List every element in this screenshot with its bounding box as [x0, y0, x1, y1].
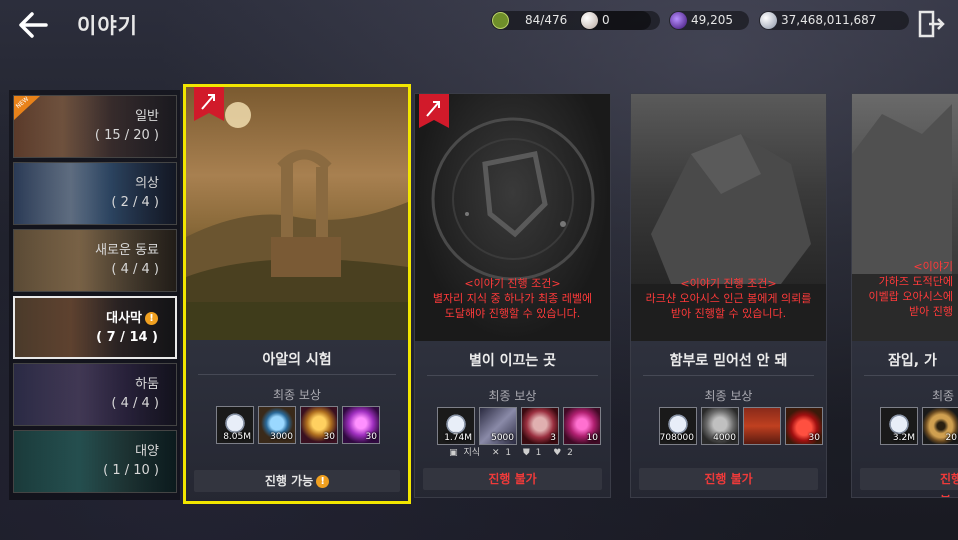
shield-icon: ⛊ 1	[522, 448, 542, 458]
bookmark-icon	[419, 94, 449, 128]
silver-icon	[760, 12, 777, 29]
story-card-star-guide[interactable]: <이야기 진행 조건> 별자리 지식 중 하나가 최종 레벨에 도달해야 진행할…	[414, 93, 611, 498]
requirement-row: ▣ 지식 ✕ 1 ⛊ 1 ♥ 2	[415, 445, 610, 459]
reward-item[interactable]: 30	[300, 406, 338, 444]
category-item-great-desert[interactable]: 대사막! ( 7 / 14 )	[13, 296, 177, 359]
story-card-dont-trust[interactable]: <이야기 진행 조건> 라크샨 오아시스 인근 봄에게 의뢰를 받아 진행할 수…	[630, 93, 827, 498]
card-title: 잠입, 가	[888, 353, 937, 369]
reward-item[interactable]: 1.74M	[437, 407, 475, 445]
reward-item[interactable]: 30	[785, 407, 823, 445]
reward-item[interactable]: 708000	[659, 407, 697, 445]
reward-item[interactable]: 3.2M	[880, 407, 918, 445]
top-bar: 이야기 84/476 0 49,205 37,468,011,687	[0, 0, 958, 52]
card-info: 별이 이끄는 곳 최종 보상 1.74M 5000 3 10 ▣ 지식 ✕ 1	[415, 341, 610, 497]
reward-label: 최종 보상	[704, 389, 753, 403]
reward-item[interactable]: 5000	[479, 407, 517, 445]
category-item-ocean[interactable]: 대양 ( 1 / 10 )	[13, 430, 177, 493]
story-card-aal-trial[interactable]: 아알의 시험 최종 보상 8.05M 3000 30 30 진행 가능!	[183, 84, 411, 504]
lock-condition-text: <이야기 가하즈 도적단에 이벨랍 오아시스에 받아 진행	[868, 260, 953, 318]
category-item-costume[interactable]: 의상 ( 2 / 4 )	[13, 162, 177, 225]
story-card-infiltration[interactable]: <이야기 가하즈 도적단에 이벨랍 오아시스에 받아 진행 잠입, 가 최종 보…	[851, 93, 958, 498]
exit-icon[interactable]	[917, 10, 945, 38]
treasure-chest-icon	[744, 408, 780, 444]
reward-label: 최종 보상	[273, 388, 321, 402]
story-art	[186, 87, 408, 340]
reward-item[interactable]: 20	[922, 407, 958, 445]
progress-locked-button[interactable]: 진행 불가	[639, 468, 818, 490]
swords-icon: ✕ 1	[491, 448, 512, 458]
reward-item[interactable]: 8.05M	[216, 406, 254, 444]
reward-list: 1.74M 5000 3 10	[415, 407, 610, 447]
category-sidebar: NEW 일반 ( 15 / 20 ) 의상 ( 2 / 4 ) 새로운 동료 (…	[9, 90, 180, 500]
silver-resource: 37,468,011,687	[759, 11, 909, 30]
heart-icon: ♥ 2	[553, 448, 573, 458]
card-title: 아알의 시험	[262, 352, 332, 368]
card-info: 함부로 믿어선 안 돼 최종 보상 708000 4000 30 진행 불가	[631, 341, 826, 497]
pearl-icon	[581, 12, 598, 29]
alert-icon: !	[316, 475, 330, 488]
card-info: 아알의 시험 최종 보상 8.05M 3000 30 30 진행 가능!	[186, 340, 408, 501]
crystal-icon	[670, 12, 687, 29]
book-icon: ▣ 지식	[449, 448, 481, 458]
progress-locked-button[interactable]: 진행 불가	[423, 468, 602, 490]
reward-item[interactable]: 3000	[258, 406, 296, 444]
category-item-general[interactable]: NEW 일반 ( 15 / 20 )	[13, 95, 177, 158]
reward-label: 최종 보상	[488, 389, 537, 403]
reward-item[interactable]: 10	[563, 407, 601, 445]
page-title: 이야기	[77, 14, 138, 38]
card-info: 잠입, 가 최종 보 3.2M 20 진행 불	[852, 341, 958, 497]
reward-list: 708000 4000 30	[631, 407, 826, 447]
reward-item[interactable]: 3	[521, 407, 559, 445]
alert-icon: !	[145, 312, 158, 325]
reward-item[interactable]: 4000	[701, 407, 739, 445]
card-title: 함부로 믿어선 안 돼	[669, 353, 788, 369]
new-badge-icon: NEW	[14, 96, 40, 120]
progress-locked-button[interactable]: 진행 불	[860, 468, 958, 497]
pearl-resource: 0	[580, 11, 660, 30]
knowledge-icon	[492, 12, 509, 29]
lock-condition-text: <이야기 진행 조건> 별자리 지식 중 하나가 최종 레벨에 도달해야 진행할…	[432, 277, 593, 320]
reward-item[interactable]: 30	[342, 406, 380, 444]
bookmark-icon	[194, 87, 224, 121]
progress-available-button[interactable]: 진행 가능!	[194, 470, 400, 492]
lock-condition-text: <이야기 진행 조건> 라크샨 오아시스 인근 봄에게 의뢰를 받아 진행할 수…	[645, 277, 812, 320]
reward-list: 3.2M 20	[852, 407, 958, 447]
back-arrow-icon[interactable]	[16, 8, 54, 42]
reward-list: 8.05M 3000 30 30	[186, 406, 408, 446]
reward-item[interactable]	[743, 407, 781, 445]
crystal-resource: 49,205	[669, 11, 749, 30]
category-item-hadum[interactable]: 하둠 ( 4 / 4 )	[13, 363, 177, 426]
category-item-new-companion[interactable]: 새로운 동료 ( 4 / 4 )	[13, 229, 177, 292]
card-title: 별이 이끄는 곳	[468, 353, 557, 369]
